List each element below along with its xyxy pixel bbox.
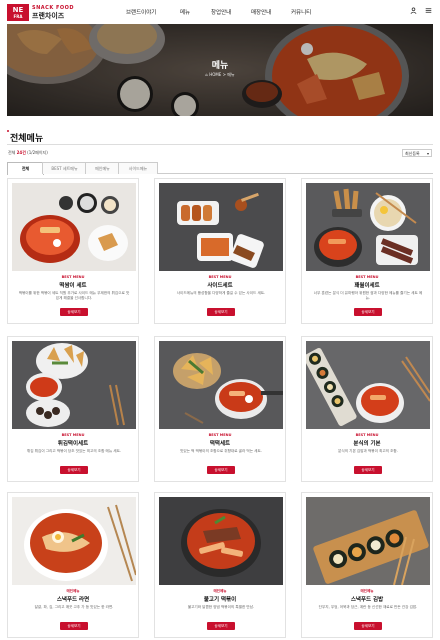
- menu-icon[interactable]: [425, 7, 432, 14]
- detail-button[interactable]: 상세보기: [354, 622, 382, 630]
- menu-description: 달걀, 파, 김, 그리고 깨끗 고추 가 등 맛있는 한 라면.: [34, 605, 114, 609]
- menu-photo: [12, 497, 136, 585]
- menu-description: 단무지, 우엉, 어묵과 당근, 계란 등 신선한 재료로 만든 건강 김밥.: [318, 605, 418, 609]
- menu-name: 떡쌈이 세트: [59, 283, 87, 289]
- best-badge: BEST MENU: [61, 275, 85, 279]
- menu-name: 스낵푸드 김밥: [350, 597, 384, 603]
- menu-name: 스낵푸드 라면: [56, 597, 90, 603]
- menu-name: 사이드세트: [207, 283, 233, 289]
- menu-card[interactable]: BEST MENU 사이드세트 사이드메뉴의 풍성함을 다양하게 즐길 수 있는…: [154, 178, 286, 324]
- hero-banner: 메뉴 ⌂ HOME > 메뉴: [7, 24, 433, 116]
- menu-photo: [159, 341, 283, 429]
- menu-name: 떡떡세트: [209, 441, 231, 447]
- menu-name: 꽤월이세트: [354, 283, 380, 289]
- main-nav: 브랜드이야기 메뉴 창업안내 매장안내 커뮤니티: [0, 8, 440, 18]
- nav-item-stores[interactable]: 매장안내: [251, 8, 271, 16]
- nav-item-menu[interactable]: 메뉴: [180, 8, 190, 16]
- menu-description: 떡볶이를 위한 떡볶이 세트 직원 추가로 사이드 메뉴 무제한의 튀김으로 맛…: [18, 291, 130, 300]
- nav-item-community[interactable]: 커뮤니티: [291, 8, 311, 16]
- menu-photo: [306, 183, 430, 271]
- tab-side-menu[interactable]: 사이드메뉴: [118, 162, 158, 174]
- menu-card[interactable]: 메인메뉴 불고기 떡볶이 불고기와 달콤한 양념 떡볶이의 특별한 만남. 상세…: [154, 492, 286, 638]
- best-badge: BEST MENU: [355, 275, 379, 279]
- category-badge: 메인메뉴: [66, 589, 80, 593]
- menu-card[interactable]: BEST MENU 꽤월이세트 너무 훈련는 분식 더 유마행아 위원한 쌈과 …: [301, 178, 433, 324]
- detail-button[interactable]: 상세보기: [354, 466, 382, 474]
- menu-card[interactable]: 메인메뉴 스낵푸드 라면 달걀, 파, 김, 그리고 깨끗 고추 가 등 맛있는…: [7, 492, 139, 638]
- best-badge: BEST MENU: [208, 275, 232, 279]
- detail-button[interactable]: 상세보기: [60, 622, 88, 630]
- category-tabs: 전체 BEST 세트메뉴 메인메뉴 사이드메뉴: [7, 162, 433, 175]
- menu-photo: [306, 497, 430, 585]
- result-count-prefix: 전체: [8, 150, 17, 155]
- menu-photo: [159, 183, 283, 271]
- menu-photo: [306, 341, 430, 429]
- section-title: 전체메뉴: [6, 130, 43, 144]
- section-divider: [7, 144, 433, 145]
- menu-description: 불고기와 달콤한 양념 떡볶이의 특별한 만남.: [187, 605, 255, 609]
- menu-name: 불고기 떡볶이: [203, 597, 237, 603]
- tab-main-menu[interactable]: 메인메뉴: [85, 162, 120, 174]
- menu-name: 분식의 기본: [353, 441, 381, 447]
- tab-best-set[interactable]: BEST 세트메뉴: [42, 162, 87, 174]
- menu-card[interactable]: BEST MENU 떡떡세트 맛있는 떡 떡볶이의 조합으로 취향대로 골라 먹…: [154, 336, 286, 482]
- detail-button[interactable]: 상세보기: [207, 622, 235, 630]
- tab-all[interactable]: 전체: [7, 162, 44, 175]
- menu-description: 너무 훈련는 분식 더 유마행아 위원한 쌈과 다양한 메뉴를 즐기는 세트 메…: [313, 291, 423, 300]
- page-title: 메뉴: [211, 61, 229, 71]
- menu-description: 사이드메뉴의 풍성함을 다양하게 즐길 수 있는 사이드 세트.: [176, 291, 266, 295]
- category-badge: 메인메뉴: [213, 589, 227, 593]
- breadcrumb[interactable]: ⌂ HOME > 메뉴: [7, 72, 433, 78]
- best-badge: BEST MENU: [355, 433, 379, 437]
- menu-card[interactable]: 메인메뉴 스낵푸드 김밥 단무지, 우엉, 어묵과 당근, 계란 등 신선한 재…: [301, 492, 433, 638]
- result-count-number: 24건: [16, 150, 26, 155]
- nav-item-startup[interactable]: 창업안내: [211, 8, 231, 16]
- detail-button[interactable]: 상세보기: [60, 466, 88, 474]
- result-count: 전체 24건 (1/2페이지): [8, 150, 48, 156]
- menu-card[interactable]: BEST MENU 떡쌈이 세트 떡볶이를 위한 떡볶이 세트 직원 추가로 사…: [7, 178, 139, 324]
- result-count-suffix: (1/2페이지): [25, 150, 48, 155]
- header-icons: [410, 7, 432, 14]
- detail-button[interactable]: 상세보기: [207, 466, 235, 474]
- best-badge: BEST MENU: [61, 433, 85, 437]
- menu-description: 튀김 튀김이 그리고 떡볶이 당초 맛있는 최고의 조합 메뉴 세트.: [26, 449, 122, 453]
- menu-photo: [12, 183, 136, 271]
- category-badge: 메인메뉴: [360, 589, 374, 593]
- menu-card[interactable]: BEST MENU 분식의 기본 분식의 기본 김밥과 떡볶이 최고의 조합. …: [301, 336, 433, 482]
- menu-name: 튀김떡이세트: [57, 441, 89, 447]
- menu-description: 맛있는 떡 떡볶이의 조합으로 취향대로 골라 먹는 세트.: [180, 449, 262, 453]
- detail-button[interactable]: 상세보기: [60, 308, 88, 316]
- best-badge: BEST MENU: [208, 433, 232, 437]
- menu-card[interactable]: BEST MENU 튀김떡이세트 튀김 튀김이 그리고 떡볶이 당초 맛있는 최…: [7, 336, 139, 482]
- nav-item-brand-story[interactable]: 브랜드이야기: [126, 8, 156, 16]
- detail-button[interactable]: 상세보기: [354, 308, 382, 316]
- menu-photo: [12, 341, 136, 429]
- detail-button[interactable]: 상세보기: [207, 308, 235, 316]
- site-header: NE FRA SNACK FOOD 프랜차이즈 브랜드이야기 메뉴 창업안내 매…: [0, 0, 440, 24]
- menu-description: 분식의 기본 김밥과 떡볶이 최고의 조합.: [338, 449, 398, 453]
- menu-photo: [159, 497, 283, 585]
- sort-select[interactable]: 최신등록: [402, 149, 432, 157]
- user-icon[interactable]: [410, 7, 417, 14]
